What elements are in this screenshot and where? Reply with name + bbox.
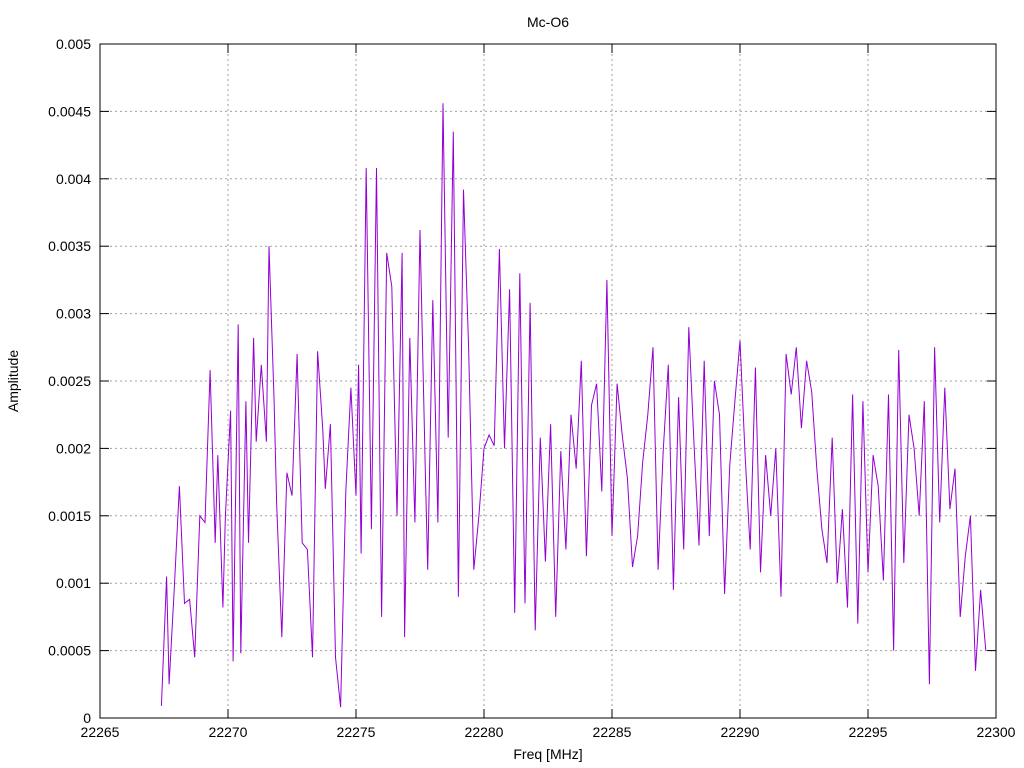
x-tick-label: 22285	[593, 724, 632, 740]
series-line	[160, 103, 987, 708]
x-tick-label: 22265	[81, 724, 120, 740]
x-tick-labels: 22265 22270 22275 22280 22285 22290 22295 22300	[81, 724, 1016, 740]
x-tick-label: 22300	[977, 724, 1016, 740]
y-tick-label: 0.004	[56, 171, 91, 187]
x-tick-label: 22290	[721, 724, 760, 740]
y-tick-label: 0.003	[56, 306, 91, 322]
x-tick-label: 22275	[337, 724, 376, 740]
chart-canvas: Mc-O6 22265 22270 22275 22280 22285 22290 2229…	[5, 14, 1016, 762]
grid	[100, 44, 996, 718]
y-tick-label: 0.0025	[48, 373, 91, 389]
series-layer	[160, 103, 987, 708]
x-tick-label: 22295	[849, 724, 888, 740]
y-tick-label: 0	[83, 710, 91, 726]
x-axis-label: Freq [MHz]	[513, 746, 582, 762]
y-tick-label: 0.002	[56, 440, 91, 456]
y-tick-label: 0.005	[56, 36, 91, 52]
y-tick-label: 0.0035	[48, 238, 91, 254]
chart-title: Mc-O6	[527, 14, 569, 30]
y-tick-label: 0.0045	[48, 103, 91, 119]
x-tick-label: 22280	[465, 724, 504, 740]
y-tick-label: 0.0005	[48, 643, 91, 659]
y-tick-labels: 0 0.0005 0.001 0.0015 0.002 0.0025 0.003 0.0035…	[48, 36, 91, 726]
y-axis-label: Amplitude	[5, 350, 21, 412]
x-tick-label: 22270	[209, 724, 248, 740]
y-tick-label: 0.001	[56, 575, 91, 591]
y-tick-label: 0.0015	[48, 508, 91, 524]
